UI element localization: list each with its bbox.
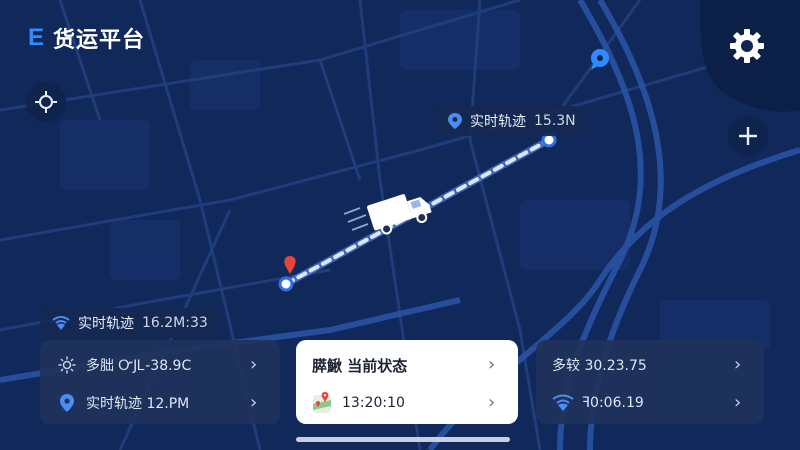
route-end-label-text: 实时轨迹: [470, 114, 526, 130]
info-row-right-top-text: 多较 30.23.75: [552, 358, 647, 374]
app-title-text: 货运平台: [53, 28, 146, 53]
info-row-track-text: 实时轨迹 12.PM: [86, 396, 190, 412]
plus-icon: [739, 127, 757, 145]
chevron-right-icon: ›: [734, 354, 742, 375]
wifi-signal-icon: [552, 392, 574, 414]
location-pin-icon: [56, 392, 78, 414]
route-end-label-value: 15.3N: [534, 113, 576, 129]
info-row-weather[interactable]: 多胐 ᏅJᏞ-38.9C ›: [56, 346, 264, 384]
wifi-signal-icon: [52, 316, 70, 330]
route-start-marker[interactable]: [278, 276, 294, 292]
app-title: E 货运平台: [28, 22, 145, 54]
info-row-right-bottom[interactable]: ꟻ0:06.19 ›: [552, 384, 748, 422]
status-card-time-row[interactable]: 13:20:10 ›: [312, 384, 502, 422]
route-start-label-value: 16.2M:33: [142, 315, 208, 331]
chevron-right-icon: ›: [250, 354, 258, 375]
status-card: 膵鰍 当前状态 › 13:20:10 ›: [296, 340, 518, 424]
route-start-label-text: 实时轨迹: [78, 316, 134, 332]
info-card-right: 多较 30.23.75 › ꟻ0:06.19 ›: [536, 340, 764, 424]
settings-button[interactable]: [725, 24, 769, 68]
status-card-header[interactable]: 膵鰍 当前状态 ›: [312, 346, 502, 384]
status-card-time: 13:20:10: [342, 395, 405, 411]
chevron-right-icon: ›: [488, 354, 496, 375]
route-end-label[interactable]: 实时轨迹 15.3N: [436, 106, 588, 136]
gear-icon: [730, 29, 764, 63]
location-pin-icon: [448, 113, 462, 129]
zoom-in-button[interactable]: [728, 116, 768, 156]
crosshair-icon: [35, 91, 57, 113]
chevron-right-icon: ›: [250, 392, 258, 413]
chevron-right-icon: ›: [488, 392, 496, 413]
status-card-title: 膵鰍 当前状态: [312, 356, 408, 375]
chevron-right-icon: ›: [734, 392, 742, 413]
destination-pin-icon[interactable]: [588, 48, 612, 72]
sun-icon: [56, 354, 78, 376]
info-row-track[interactable]: 实时轨迹 12.PM ›: [56, 384, 264, 422]
route-start-label[interactable]: 实时轨迹 16.2M:33: [40, 308, 220, 338]
info-row-weather-text: 多胐 ᏅJᏞ-38.9C: [86, 358, 192, 374]
app-logo: E: [28, 24, 46, 51]
info-row-right-bottom-text: ꟻ0:06.19: [582, 395, 644, 411]
home-indicator[interactable]: [296, 437, 510, 442]
info-card-left: 多胐 ᏅJᏞ-38.9C › 实时轨迹 12.PM ›: [40, 340, 280, 424]
info-row-right-top[interactable]: 多较 30.23.75 ›: [552, 346, 748, 384]
locate-button[interactable]: [26, 82, 66, 122]
map-pin-icon: [312, 392, 334, 414]
